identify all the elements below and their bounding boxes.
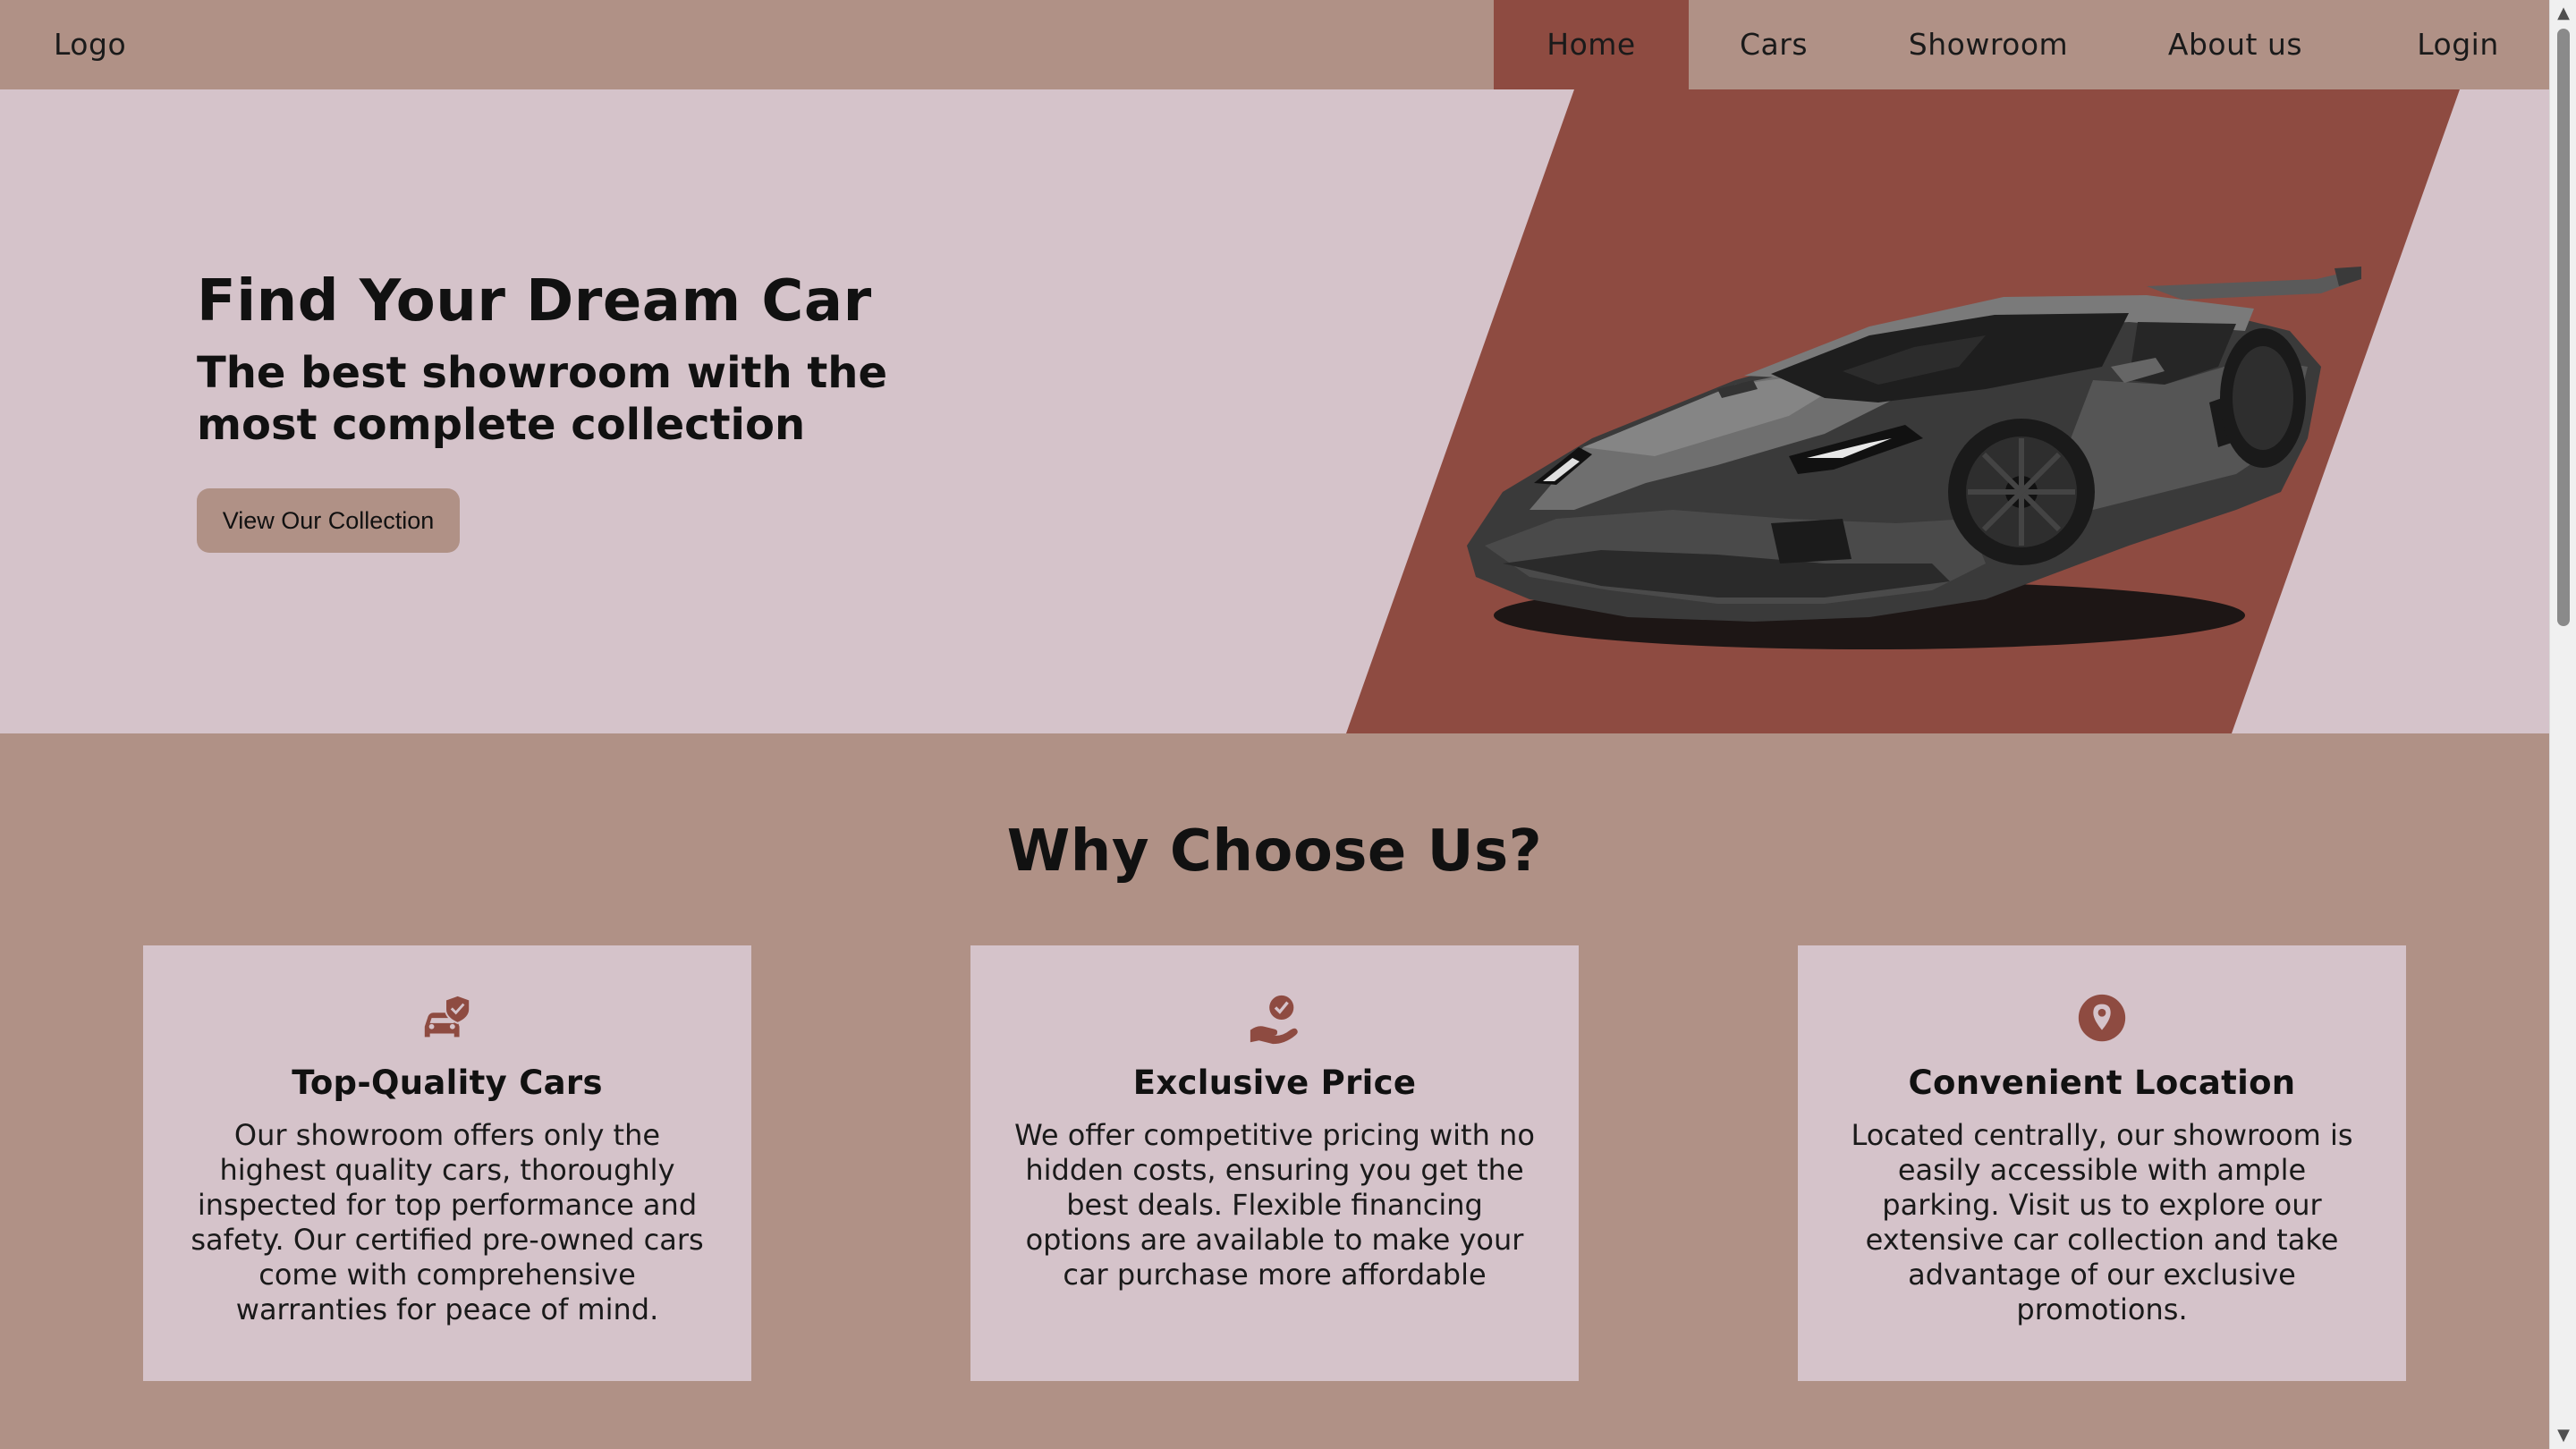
hero-subtitle: The best showroom with the most complete… xyxy=(197,348,888,450)
scrollbar[interactable]: ▲ ▼ xyxy=(2549,0,2576,1449)
car-shield-icon xyxy=(424,994,471,1038)
card-title-exclusive-price: Exclusive Price xyxy=(1132,1063,1417,1102)
nav-link-showroom[interactable]: Showroom xyxy=(1859,0,2118,89)
hero-text: Find Your Dream Car The best showroom wi… xyxy=(197,267,1002,553)
feature-card-convenient-location: Convenient Location Located centrally, o… xyxy=(1798,945,2406,1381)
scroll-up-arrow-icon[interactable]: ▲ xyxy=(2550,0,2576,27)
card-text-exclusive-price: We offer competitive pricing with no hid… xyxy=(1014,1118,1535,1292)
nav-links: Home Cars Showroom About us Login xyxy=(1494,0,2563,89)
why-choose-us-title: Why Choose Us? xyxy=(1006,818,1543,885)
hero-title: Find Your Dream Car xyxy=(197,268,872,335)
hero-section: Find Your Dream Car The best showroom wi… xyxy=(0,89,2549,733)
hand-check-icon xyxy=(1250,995,1298,1045)
location-pin-icon xyxy=(2078,994,2126,1042)
feature-card-top-quality: Top-Quality Cars Our showroom offers onl… xyxy=(143,945,751,1381)
nav-link-login[interactable]: Login xyxy=(2352,0,2563,89)
sports-car-image xyxy=(1467,267,2361,649)
logo[interactable]: Logo xyxy=(54,0,126,89)
scroll-down-arrow-icon[interactable]: ▼ xyxy=(2550,1422,2576,1449)
card-title-convenient-location: Convenient Location xyxy=(1908,1063,2296,1102)
nav-link-about-us[interactable]: About us xyxy=(2118,0,2352,89)
scrollbar-thumb[interactable] xyxy=(2557,29,2570,626)
nav-link-cars[interactable]: Cars xyxy=(1689,0,1859,89)
card-text-top-quality: Our showroom offers only the highest qua… xyxy=(191,1118,704,1326)
navbar: Logo Home Cars Showroom About us Login xyxy=(0,0,2549,89)
card-title-top-quality: Top-Quality Cars xyxy=(292,1063,603,1102)
feature-card-exclusive-price: Exclusive Price We offer competitive pri… xyxy=(970,945,1579,1381)
view-collection-button[interactable]: View Our Collection xyxy=(197,488,460,553)
nav-link-home[interactable]: Home xyxy=(1494,0,1689,89)
page: Logo Home Cars Showroom About us Login F… xyxy=(0,0,2576,1449)
card-text-convenient-location: Located centrally, our showroom is easil… xyxy=(1851,1118,2353,1326)
